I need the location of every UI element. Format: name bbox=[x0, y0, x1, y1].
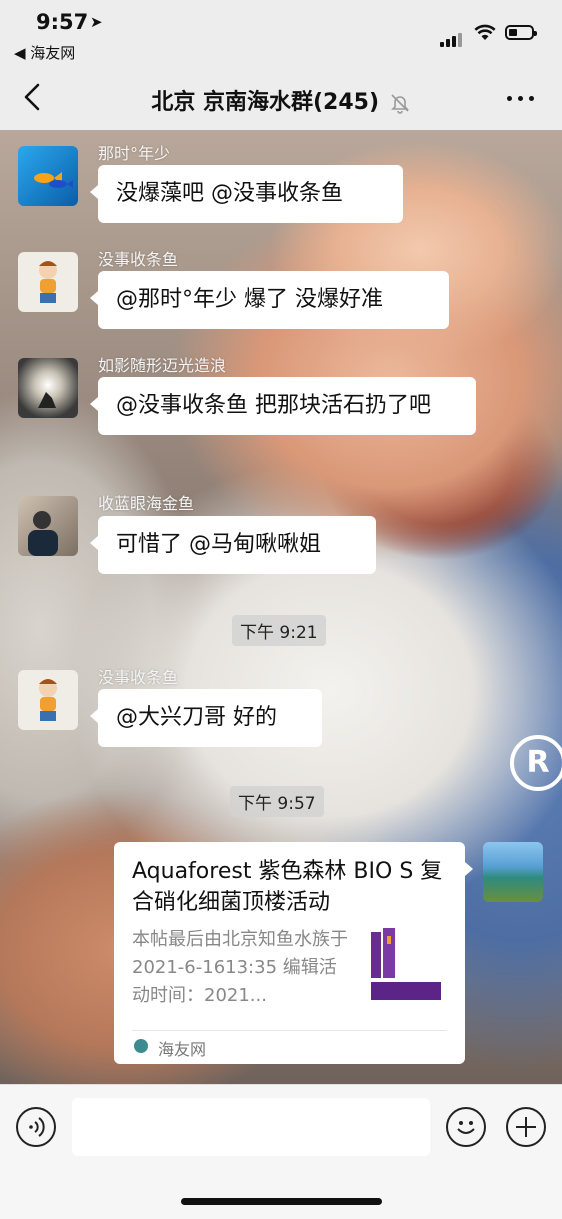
sender-name: 收蓝眼海金鱼 bbox=[98, 494, 195, 513]
person-avatar-image bbox=[28, 511, 58, 556]
timestamp: 下午 9:21 bbox=[232, 615, 326, 646]
link-card-thumbnail bbox=[369, 926, 445, 1004]
sender-name: 如影随形迈光造浪 bbox=[98, 356, 227, 375]
wifi-icon bbox=[474, 24, 496, 40]
signal-icon bbox=[440, 28, 464, 47]
home-indicator[interactable] bbox=[181, 1198, 382, 1205]
voice-icon[interactable] bbox=[16, 1107, 56, 1147]
sender-name: 那时°年少 bbox=[98, 144, 171, 163]
plus-icon[interactable] bbox=[506, 1107, 546, 1147]
sender-name: 没事收条鱼 bbox=[98, 250, 179, 269]
chat-title: 北京 京南海水群(245) bbox=[0, 84, 562, 116]
link-card-source: 海友网 bbox=[158, 1040, 207, 1059]
fish-avatar-image bbox=[34, 172, 73, 188]
avatar[interactable] bbox=[18, 252, 78, 312]
link-card-title: Aquaforest 紫色森林 BIO S 复合硝化细菌顶楼活动 bbox=[132, 859, 443, 915]
location-arrow-icon: ➤ bbox=[90, 13, 103, 31]
avatar[interactable] bbox=[18, 358, 78, 418]
sender-name: 没事收条鱼 bbox=[98, 668, 179, 687]
avatar[interactable] bbox=[18, 670, 78, 730]
wolf-moon-avatar-image bbox=[38, 392, 56, 408]
link-card-description: 本帖最后由北京知鱼水族于 2021-6-1613:35 编辑活动时间：2021.… bbox=[132, 929, 348, 1006]
more-dots-icon[interactable] bbox=[504, 86, 538, 110]
source-icon bbox=[134, 1039, 148, 1053]
message-bubble[interactable]: @大兴刀哥 好的 bbox=[90, 689, 322, 747]
link-card[interactable]: Aquaforest 紫色森林 BIO S 复合硝化细菌顶楼活动 本帖最后由北京… bbox=[114, 842, 473, 1064]
registered-mark-icon: R bbox=[510, 735, 562, 791]
divider bbox=[132, 1030, 447, 1031]
status-time: 9:57 bbox=[36, 10, 89, 34]
avatar[interactable] bbox=[18, 496, 78, 556]
message-bubble[interactable]: 可惜了 @马甸啾啾姐 bbox=[90, 516, 376, 574]
chat-title-text: 北京 京南海水群(245) bbox=[151, 90, 380, 115]
cartoon-boy-avatar-image bbox=[39, 261, 57, 303]
message-bubble[interactable]: @那时°年少 爆了 没爆好准 bbox=[90, 271, 449, 329]
avatar[interactable] bbox=[18, 146, 78, 206]
mute-bell-icon bbox=[390, 94, 409, 114]
chat-header: 北京 京南海水群(245) bbox=[0, 64, 562, 130]
message-bubble[interactable]: @没事收条鱼 把那块活石扔了吧 bbox=[90, 377, 476, 435]
emoji-icon[interactable] bbox=[446, 1107, 486, 1147]
timestamp: 下午 9:57 bbox=[230, 786, 324, 817]
cartoon-boy-avatar-image bbox=[39, 679, 57, 721]
avatar-self[interactable] bbox=[483, 842, 543, 902]
battery-icon bbox=[505, 25, 537, 40]
message-bubble[interactable]: 没爆藻吧 @没事收条鱼 bbox=[90, 165, 403, 223]
message-input[interactable] bbox=[72, 1098, 430, 1156]
back-to-app-link[interactable]: ◀ 海友网 bbox=[14, 42, 75, 63]
status-bar: 9:57 ➤ ◀ 海友网 bbox=[0, 0, 562, 64]
